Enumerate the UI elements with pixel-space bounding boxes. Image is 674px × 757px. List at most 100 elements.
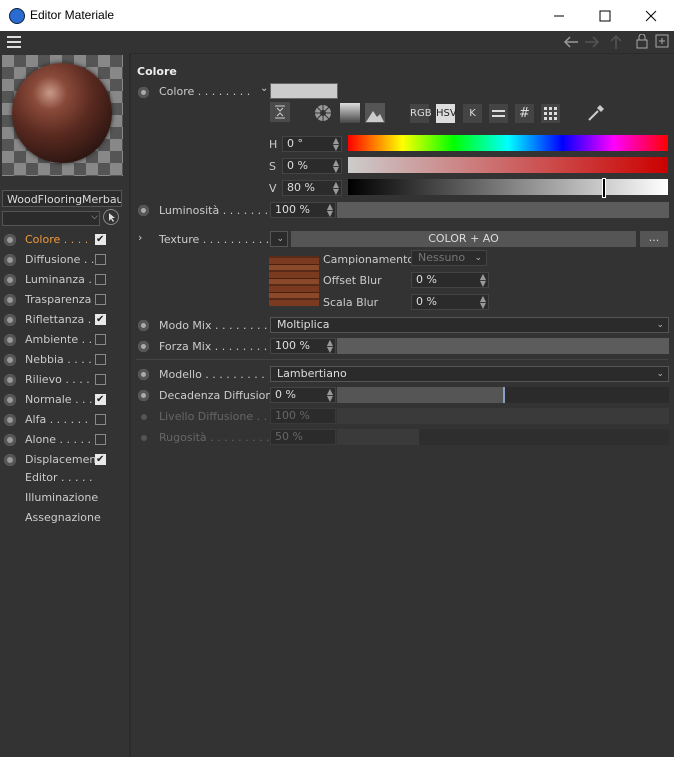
eyedropper-icon[interactable]: [586, 103, 606, 123]
luminosita-field[interactable]: 100 % ▲ ▼: [270, 202, 336, 218]
channel-checkbox[interactable]: [95, 311, 106, 329]
texture-menu-button[interactable]: ⌄: [270, 231, 288, 247]
hamburger-icon[interactable]: [7, 36, 21, 48]
spinner-icon[interactable]: ▲ ▼: [333, 137, 339, 152]
spinner-icon[interactable]: ▲ ▼: [327, 339, 333, 354]
swatches-grid-icon[interactable]: [541, 104, 560, 123]
channel-checkbox[interactable]: [95, 391, 106, 409]
channel-label: Displacement: [25, 453, 101, 466]
kelvin-mode-button[interactable]: K: [463, 104, 482, 123]
forza-mix-animate-dot[interactable]: [138, 341, 149, 352]
h-value: 0 °: [287, 137, 303, 150]
channel-dot: [4, 274, 16, 286]
channel-item[interactable]: Nebbia . . . .: [0, 351, 128, 369]
channel-item[interactable]: Luminanza . .: [0, 271, 128, 289]
channel-checkbox[interactable]: [95, 434, 106, 445]
luminosita-animate-dot[interactable]: [138, 205, 149, 216]
chevron-down-icon[interactable]: ⌄: [260, 83, 268, 94]
spinner-icon[interactable]: ▲ ▼: [327, 388, 333, 403]
channel-checkbox[interactable]: [95, 254, 106, 265]
channel-item[interactable]: Diffusione . .: [0, 251, 128, 269]
channel-label: Colore . . . .: [25, 233, 89, 246]
channel-label: Alone . . . . .: [25, 433, 92, 446]
arrow-left-icon[interactable]: [563, 35, 579, 49]
channel-item[interactable]: Alone . . . . .: [0, 431, 128, 449]
material-preview[interactable]: [2, 55, 123, 176]
arrow-right-icon[interactable]: [584, 35, 600, 49]
material-preview-dropdown[interactable]: ⌵: [2, 211, 100, 226]
channel-item[interactable]: Riflettanza .: [0, 311, 128, 329]
lock-icon[interactable]: [636, 34, 648, 49]
channel-checkbox[interactable]: [95, 414, 106, 425]
value-marker[interactable]: [602, 178, 606, 198]
offset-blur-field[interactable]: 0 % ▲ ▼: [411, 272, 489, 288]
color-wheel-icon[interactable]: [313, 103, 333, 123]
modo-mix-dropdown[interactable]: Moltiplica ⌄: [270, 317, 669, 333]
channel-checkbox[interactable]: [95, 354, 106, 365]
modello-dropdown[interactable]: Lambertiano ⌄: [270, 366, 669, 382]
pointer-button[interactable]: [103, 209, 119, 225]
spinner-icon[interactable]: ▲ ▼: [480, 295, 486, 310]
slider-handle[interactable]: [503, 387, 505, 403]
s-value-field[interactable]: 0 % ▲ ▼: [282, 158, 342, 174]
saturation-gradient-slider[interactable]: [348, 157, 668, 173]
spectrum-icon[interactable]: [340, 103, 360, 123]
rgb-mode-button[interactable]: RGB: [410, 104, 432, 123]
minimize-button[interactable]: [536, 0, 582, 31]
spinner-icon[interactable]: ▲ ▼: [480, 273, 486, 288]
spinner-icon[interactable]: ▲ ▼: [333, 159, 339, 174]
chevron-right-icon[interactable]: ›: [138, 231, 142, 244]
h-value-field[interactable]: 0 ° ▲ ▼: [282, 136, 342, 152]
colore-animate-dot[interactable]: [138, 87, 149, 98]
texture-thumbnail[interactable]: [269, 256, 319, 306]
campionamento-dropdown[interactable]: Nessuno ⌄: [411, 250, 487, 266]
forza-mix-field[interactable]: 100 % ▲ ▼: [270, 338, 336, 354]
channel-item[interactable]: Displacement: [0, 451, 128, 469]
spinner-icon[interactable]: ▲ ▼: [333, 181, 339, 196]
material-name-field[interactable]: WoodFlooringMerbaul: [2, 190, 122, 207]
extra-item-illuminazione[interactable]: Illuminazione: [25, 491, 98, 504]
channel-checkbox[interactable]: [95, 274, 106, 285]
modello-animate-dot[interactable]: [138, 369, 149, 380]
channel-checkbox[interactable]: [95, 294, 106, 305]
spinner-icon[interactable]: ▲ ▼: [327, 203, 333, 218]
channel-checkbox[interactable]: [95, 231, 106, 249]
decadenza-animate-dot[interactable]: [138, 390, 149, 401]
value-gradient-slider[interactable]: [348, 178, 668, 198]
texture-name-button[interactable]: COLOR + AO: [291, 231, 636, 247]
channel-item[interactable]: Trasparenza: [0, 291, 128, 309]
channel-item[interactable]: Normale . . .: [0, 391, 128, 409]
decadenza-label: Decadenza Diffusione: [159, 389, 280, 402]
image-icon[interactable]: [365, 103, 385, 123]
hex-icon[interactable]: #: [515, 104, 534, 123]
decadenza-slider[interactable]: [337, 387, 669, 403]
maximize-button[interactable]: [582, 0, 628, 31]
channel-item[interactable]: Rilievo . . . .: [0, 371, 128, 389]
extra-item-editor[interactable]: Editor . . . . .: [25, 471, 93, 484]
modo-mix-animate-dot[interactable]: [138, 320, 149, 331]
texture-more-button[interactable]: ...: [640, 231, 668, 247]
hsv-mode-button[interactable]: HSV: [436, 104, 457, 123]
extra-item-assegnazione[interactable]: Assegnazione: [25, 511, 101, 524]
channel-item[interactable]: Alfa . . . . . .: [0, 411, 128, 429]
channel-item[interactable]: Ambiente . .: [0, 331, 128, 349]
sliders-icon[interactable]: [489, 104, 508, 123]
arrow-up-icon[interactable]: [609, 34, 623, 50]
color-swatch[interactable]: [270, 83, 338, 99]
luminosita-slider[interactable]: [337, 202, 669, 218]
hue-gradient-slider[interactable]: [348, 135, 668, 151]
window-title: Editor Materiale: [30, 8, 115, 22]
forza-mix-slider[interactable]: [337, 338, 669, 354]
new-panel-icon[interactable]: [655, 34, 669, 48]
channel-checkbox[interactable]: [95, 451, 106, 469]
channel-checkbox[interactable]: [95, 374, 106, 385]
channel-label: Normale . . .: [25, 393, 93, 406]
close-button[interactable]: [628, 0, 674, 31]
color-picker-expand-button[interactable]: [270, 102, 290, 122]
scala-blur-field[interactable]: 0 % ▲ ▼: [411, 294, 489, 310]
channel-dot: [4, 434, 16, 446]
decadenza-field[interactable]: 0 % ▲ ▼: [270, 387, 336, 403]
channel-item[interactable]: Colore . . . .: [0, 231, 128, 249]
v-value-field[interactable]: 80 % ▲ ▼: [282, 180, 342, 196]
channel-checkbox[interactable]: [95, 334, 106, 345]
